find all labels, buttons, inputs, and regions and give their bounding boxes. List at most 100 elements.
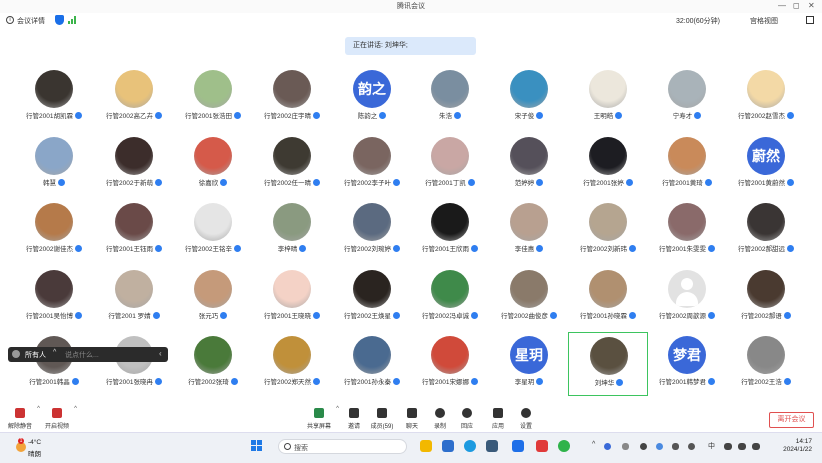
- participant-tile[interactable]: 行管2002高乙卉: [94, 66, 174, 130]
- windows-start-icon[interactable]: [251, 440, 263, 452]
- chevron-up-icon[interactable]: ^: [336, 406, 339, 412]
- participant-tile[interactable]: 行管2002郝甜远: [726, 199, 806, 263]
- participant-tile[interactable]: 行管2002郝语: [726, 266, 806, 330]
- store-icon[interactable]: [486, 440, 498, 452]
- participant-tile[interactable]: 行管2002任一晴: [252, 133, 332, 197]
- taskbar-search-input[interactable]: 搜索: [278, 439, 407, 454]
- taskbar-clock[interactable]: 14:17 2024/1/22: [764, 438, 812, 454]
- participant-tile[interactable]: 行管2001王欣雨: [410, 199, 490, 263]
- collapse-icon[interactable]: ‹: [159, 349, 162, 358]
- participant-tile[interactable]: 韩慧: [14, 133, 94, 197]
- chevron-up-icon[interactable]: ^: [74, 406, 77, 412]
- wechat-tray-icon[interactable]: [672, 443, 679, 450]
- participant-tile[interactable]: 行管2001张浩田: [173, 66, 253, 130]
- meeting-info-button[interactable]: 会议详情: [17, 16, 45, 26]
- participant-tile[interactable]: 行管2002冯卓诚: [410, 266, 490, 330]
- info-icon[interactable]: i: [6, 16, 14, 24]
- record-button[interactable]: 录制: [428, 408, 452, 430]
- participant-tile[interactable]: 行管2001宋娜娜: [410, 332, 490, 396]
- tencent-meeting-icon[interactable]: [512, 440, 524, 452]
- leave-meeting-button[interactable]: 离开会议: [769, 412, 814, 428]
- participant-tile[interactable]: 范婷婷: [489, 133, 569, 197]
- participant-tile[interactable]: 行管2002王铭辛: [173, 199, 253, 263]
- share-screen-button[interactable]: 共享屏幕 ^: [307, 406, 339, 430]
- participant-tile[interactable]: 行管2001孙永秦: [332, 332, 412, 396]
- participant-tile[interactable]: 行管2001孙晓霖: [568, 266, 648, 330]
- participant-tile[interactable]: 行管2002庄宇晴: [252, 66, 332, 130]
- participant-tile[interactable]: 行管2001朱雯雯: [647, 199, 727, 263]
- participant-tile[interactable]: 朱浩: [410, 66, 490, 130]
- participant-tile[interactable]: 行管2001王钰雨: [94, 199, 174, 263]
- qq-icon[interactable]: [688, 443, 695, 450]
- participant-tile[interactable]: 李梓晴: [252, 199, 332, 263]
- chat-popover[interactable]: 所有人 ^ 说点什么... ‹: [8, 347, 168, 362]
- weather-condition[interactable]: 晴朗: [28, 448, 41, 458]
- volume-icon[interactable]: [738, 443, 746, 450]
- participant-tile[interactable]: 行管2001张婷: [568, 133, 648, 197]
- wechat-icon[interactable]: [558, 440, 570, 452]
- participant-tile[interactable]: 行管2002谢佳杰: [14, 199, 94, 263]
- participant-tile[interactable]: 梦君 行管2001韩梦君: [647, 332, 727, 396]
- participant-tile[interactable]: 行管2001韩晶: [14, 332, 94, 396]
- apps-button[interactable]: 应用: [486, 408, 510, 430]
- participant-tile[interactable]: 行管2002王焕星: [332, 266, 412, 330]
- participant-tile[interactable]: 行管2002于新萌: [94, 133, 174, 197]
- participant-tile[interactable]: 徐嘉欣: [173, 133, 253, 197]
- ime-indicator[interactable]: 中: [708, 441, 715, 451]
- participant-tile[interactable]: 行管2002刘新玮: [568, 199, 648, 263]
- bluetooth-icon[interactable]: [604, 443, 611, 450]
- participant-tile[interactable]: 蔚然 行管2001黄蔚然: [726, 133, 806, 197]
- audio-icon[interactable]: [640, 443, 647, 450]
- participant-tile[interactable]: 王明皓: [568, 66, 648, 130]
- wifi-icon[interactable]: [724, 443, 732, 450]
- battery-icon[interactable]: [752, 443, 760, 450]
- participant-tile[interactable]: 行管2001吴怡博: [14, 266, 94, 330]
- participant-tile[interactable]: 行管2001丁凯: [410, 133, 490, 197]
- participant-tile[interactable]: 行管2001 罗婧: [94, 266, 174, 330]
- chat-button[interactable]: 聊天: [400, 408, 424, 430]
- unmute-button[interactable]: 解除静音 ^: [8, 406, 40, 430]
- participant-tile[interactable]: 行管2001胡凯霖: [14, 66, 94, 130]
- participant-tile[interactable]: 行管2001王晓晓: [252, 266, 332, 330]
- fullscreen-icon[interactable]: [806, 16, 814, 24]
- participant-tile[interactable]: 宁寿才: [647, 66, 727, 130]
- maximize-button[interactable]: ◻: [793, 1, 800, 11]
- participant-tile[interactable]: 行管2001张晓冉: [94, 332, 174, 396]
- minimize-button[interactable]: —: [778, 1, 786, 11]
- invite-button[interactable]: 邀请: [342, 408, 366, 430]
- start-video-button[interactable]: 开启视频 ^: [45, 406, 77, 430]
- settings-button[interactable]: 设置: [514, 408, 538, 430]
- participant-tile[interactable]: 张元巧: [173, 266, 253, 330]
- cloud-icon[interactable]: [656, 443, 663, 450]
- participant-tile[interactable]: 行管2002郑天然: [252, 332, 332, 396]
- weather-temperature[interactable]: -4°C: [28, 439, 41, 446]
- signal-icon[interactable]: [68, 16, 78, 24]
- participant-tile[interactable]: 星玥 李星玥: [489, 332, 569, 396]
- close-button[interactable]: ✕: [808, 1, 815, 11]
- participant-tile[interactable]: 行管2002曲俊彦: [489, 266, 569, 330]
- chevron-up-icon[interactable]: ^: [592, 441, 595, 448]
- mail-icon[interactable]: [442, 440, 454, 452]
- participant-tile[interactable]: 行管2002周歆源: [647, 266, 727, 330]
- edge-browser-icon[interactable]: [464, 440, 476, 452]
- tray-app-icon[interactable]: [622, 443, 629, 450]
- participant-tile[interactable]: 韵之 陈韵之: [332, 66, 412, 130]
- participant-tile[interactable]: 刘坤华: [568, 332, 648, 396]
- participant-tile[interactable]: 行管2002张琦: [173, 332, 253, 396]
- participant-tile[interactable]: 行管2002赵雪杰: [726, 66, 806, 130]
- members-button[interactable]: 成员(59): [370, 408, 394, 430]
- chat-input[interactable]: 说点什么...: [65, 350, 99, 360]
- participant-tile[interactable]: 宋子俊: [489, 66, 569, 130]
- view-mode-button[interactable]: 宫格视图: [750, 16, 778, 26]
- shield-icon[interactable]: [55, 15, 64, 25]
- participant-tile[interactable]: 李佳惠: [489, 199, 569, 263]
- participant-tile[interactable]: 行管2002王浩: [726, 332, 806, 396]
- file-explorer-icon[interactable]: [420, 440, 432, 452]
- wps-icon[interactable]: [536, 440, 548, 452]
- participant-tile[interactable]: 行管2002李子叶: [332, 133, 412, 197]
- chevron-up-icon[interactable]: ^: [53, 349, 56, 356]
- chat-recipient[interactable]: 所有人: [25, 350, 46, 360]
- chevron-up-icon[interactable]: ^: [37, 406, 40, 412]
- participant-tile[interactable]: 行管2002刘琬婷: [332, 199, 412, 263]
- participant-tile[interactable]: 行管2001黄琦: [647, 133, 727, 197]
